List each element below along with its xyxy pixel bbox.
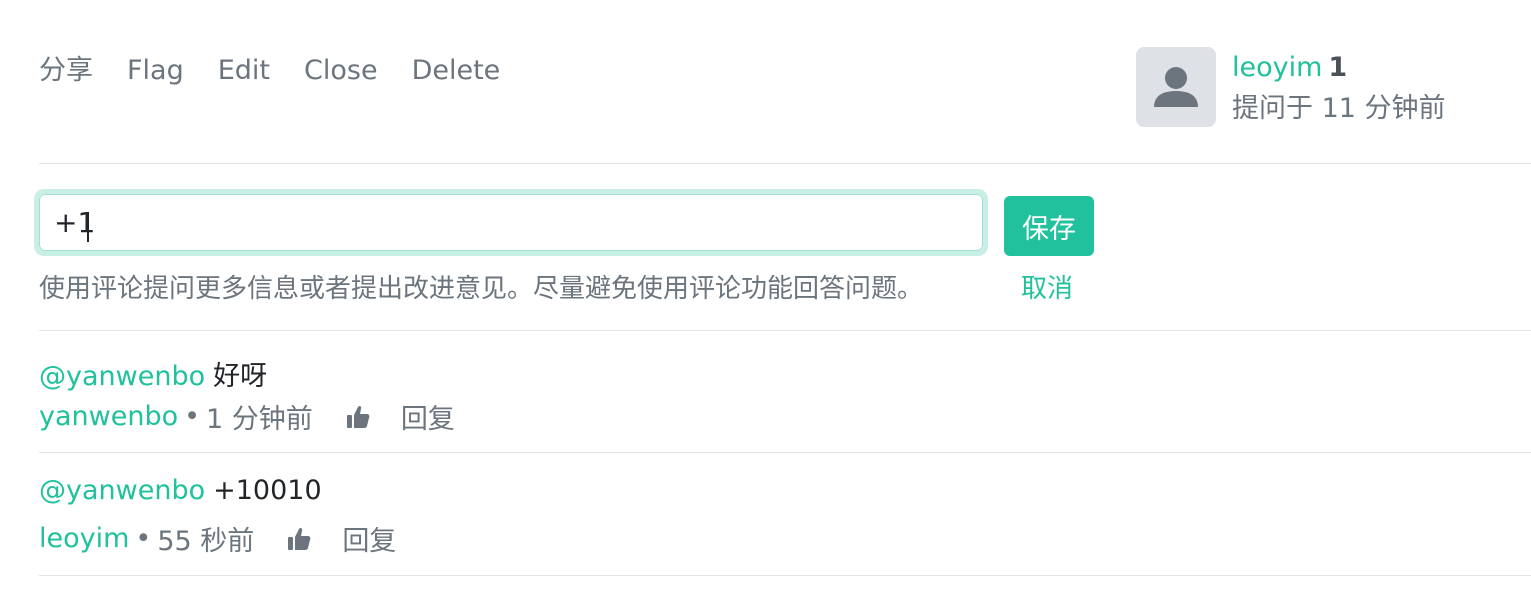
divider [39,163,1531,164]
comment-time: 1 分钟前 [206,404,313,435]
comment-input-focus-ring [34,189,988,256]
divider [39,330,1531,331]
comment-mention-link[interactable]: @yanwenbo [39,361,205,392]
author-reputation: 1 [1328,52,1348,83]
comment-meta: yanwenbo • 1 分钟前 回复 [39,397,455,436]
question-comments-panel: 分享 Flag Edit Close Delete leoyim 1 提问于 11… [0,0,1531,593]
author-name-link[interactable]: leoyim [1232,52,1322,83]
flag-link[interactable]: Flag [127,52,184,90]
comment-text: 好呀 [213,361,268,392]
edit-link[interactable]: Edit [218,52,270,90]
separator-dot: • [135,523,152,554]
text-cursor [87,212,89,242]
divider [39,452,1531,453]
comment-body: @yanwenbo +10010 [39,475,322,506]
reply-link[interactable]: 回复 [401,397,455,436]
comment-hint: 使用评论提问更多信息或者提出改进意见。尽量避免使用评论功能回答问题。 [39,274,924,304]
reply-link[interactable]: 回复 [342,519,396,558]
separator-dot: • [184,401,201,432]
author-info: leoyim 1 提问于 11 分钟前 [1232,47,1446,129]
delete-link[interactable]: Delete [412,52,501,90]
share-link[interactable]: 分享 [39,52,93,90]
thumbs-up-icon[interactable] [345,404,371,430]
comment-text: +10010 [213,475,322,506]
author-line: leoyim 1 [1232,47,1446,89]
comment-body: @yanwenbo 好呀 [39,354,267,393]
comment-input[interactable] [39,194,983,251]
avatar[interactable] [1136,47,1216,127]
close-link[interactable]: Close [304,52,378,90]
comment-user-link[interactable]: yanwenbo [39,401,178,432]
thumbs-up-icon[interactable] [286,526,312,552]
post-actions: 分享 Flag Edit Close Delete [39,52,500,90]
user-icon [1154,67,1198,107]
author-card: leoyim 1 提问于 11 分钟前 [1136,47,1446,129]
comment-meta: leoyim • 55 秒前 回复 [39,519,396,558]
divider [39,575,1531,576]
comment-user-link[interactable]: leoyim [39,523,129,554]
asked-time: 提问于 11 分钟前 [1232,93,1446,124]
comment-time: 55 秒前 [157,526,255,557]
comment-mention-link[interactable]: @yanwenbo [39,475,205,506]
cancel-link[interactable]: 取消 [1021,268,1073,305]
save-button[interactable]: 保存 [1004,196,1094,256]
